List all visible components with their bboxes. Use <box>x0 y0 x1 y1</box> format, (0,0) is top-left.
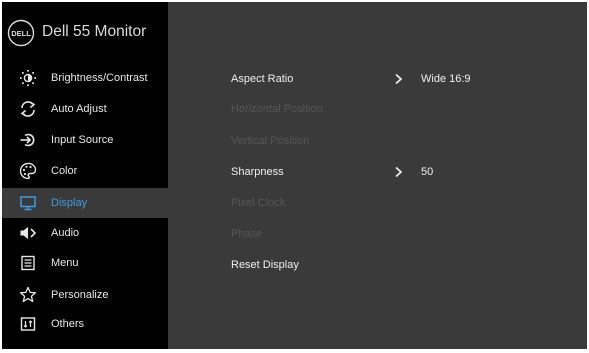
sidebar-item-others[interactable]: Others <box>2 309 168 339</box>
chevron-right-icon <box>395 73 403 85</box>
sidebar-item-brightness-contrast[interactable]: Brightness/Contrast <box>2 63 168 93</box>
row-label: Horizontal Position <box>231 103 323 115</box>
row-label: Reset Display <box>231 259 299 271</box>
menu-row-vertical-position: Vertical Position <box>231 130 571 152</box>
monitor-title: Dell 55 Monitor <box>42 23 147 40</box>
sidebar-item-audio[interactable]: Audio <box>2 218 168 248</box>
sidebar-item-display[interactable]: Display <box>2 188 168 218</box>
others-icon <box>20 317 36 331</box>
sidebar-item-input-source[interactable]: Input Source <box>2 125 168 155</box>
sidebar-item-personalize[interactable]: Personalize <box>2 280 168 310</box>
menu-icon <box>21 255 35 271</box>
aspect-ratio-value: Wide 16:9 <box>421 73 471 85</box>
display-icon <box>20 196 36 211</box>
sidebar-item-label: Brightness/Contrast <box>51 72 148 84</box>
menu-row-pixel-clock: Pixel Clock <box>231 192 571 214</box>
monitor-osd: DELL Dell 55 Monitor Brightness/Contrast… <box>2 2 587 349</box>
menu-row-sharpness[interactable]: Sharpness 50 <box>231 161 571 183</box>
sidebar-item-label: Auto Adjust <box>51 103 107 115</box>
menu-row-aspect-ratio[interactable]: Aspect Ratio Wide 16:9 <box>231 68 571 90</box>
brand-header: DELL Dell 55 Monitor <box>2 2 168 64</box>
dell-logo: DELL <box>7 19 35 47</box>
sidebar-item-label: Display <box>51 197 88 209</box>
sidebar-item-label: Input Source <box>51 134 114 146</box>
speaker-icon <box>20 227 37 239</box>
sidebar-item-auto-adjust[interactable]: Auto Adjust <box>2 94 168 124</box>
row-label: Vertical Position <box>231 135 310 147</box>
sidebar-item-label: Audio <box>51 227 80 239</box>
sidebar-item-color[interactable]: Color <box>2 156 168 186</box>
star-icon <box>19 286 37 303</box>
row-label: Phase <box>231 228 263 240</box>
sidebar-item-label: Menu <box>51 257 79 269</box>
sidebar-item-label: Personalize <box>51 289 109 301</box>
row-label: Sharpness <box>231 166 284 178</box>
sidebar: DELL Dell 55 Monitor Brightness/Contrast… <box>2 2 168 349</box>
menu-row-phase: Phase <box>231 223 571 245</box>
sidebar-item-label: Others <box>51 318 85 330</box>
brightness-icon <box>19 69 37 87</box>
sidebar-item-menu[interactable]: Menu <box>2 248 168 278</box>
sharpness-value: 50 <box>421 166 434 178</box>
menu-row-reset-display[interactable]: Reset Display <box>231 254 571 276</box>
sidebar-item-label: Color <box>51 165 78 177</box>
row-label: Pixel Clock <box>231 197 286 209</box>
input-source-icon <box>20 133 35 147</box>
auto-adjust-icon <box>20 101 36 117</box>
chevron-right-icon <box>395 166 403 178</box>
menu-row-horizontal-position: Horizontal Position <box>231 98 571 120</box>
dell-logo-text: DELL <box>11 29 31 38</box>
color-palette-icon <box>19 162 37 180</box>
row-label: Aspect Ratio <box>231 73 294 85</box>
